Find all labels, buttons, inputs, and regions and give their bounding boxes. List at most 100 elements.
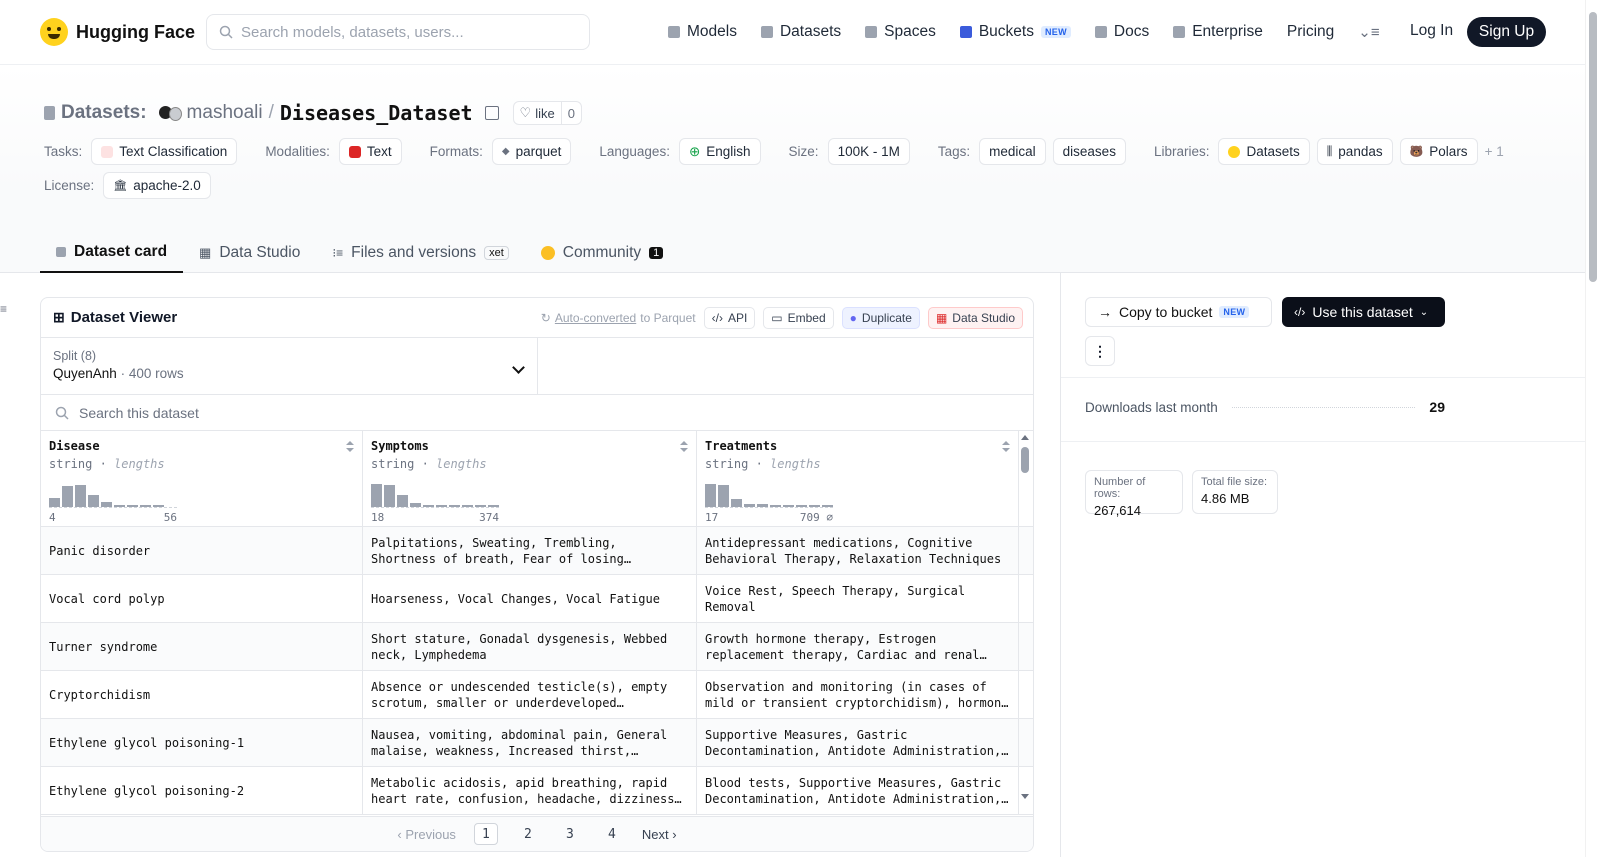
table-cell[interactable]: Supportive Measures, Gastric Decontamina… bbox=[697, 719, 1019, 766]
column-header[interactable]: Treatments string · lengths 17 709 ⌀ bbox=[697, 431, 1019, 526]
table-scrollbar[interactable] bbox=[1017, 431, 1033, 803]
more-libraries[interactable]: + 1 bbox=[1485, 144, 1504, 159]
owner-link[interactable]: mashoali bbox=[187, 102, 263, 124]
tab-dataset-card[interactable]: Dataset card bbox=[40, 232, 184, 273]
histogram-bar[interactable] bbox=[75, 485, 86, 507]
global-search-input[interactable]: Search models, datasets, users... bbox=[206, 14, 590, 50]
dataset-search-input[interactable]: Search this dataset bbox=[41, 395, 1033, 431]
nav-pricing[interactable]: Pricing bbox=[1287, 23, 1334, 41]
table-cell[interactable]: Antidepressant medications, Cognitive Be… bbox=[697, 527, 1019, 574]
nav-docs[interactable]: Docs bbox=[1094, 23, 1149, 41]
tag-chip-medical[interactable]: medical bbox=[979, 138, 1046, 165]
like-button[interactable]: ♡ like 0 bbox=[512, 101, 582, 125]
table-cell[interactable]: Observation and monitoring (in cases of … bbox=[697, 671, 1019, 718]
split-select[interactable]: Split (8) QuyenAnh · 400 rows bbox=[41, 338, 538, 394]
section-label[interactable]: Datasets: bbox=[61, 102, 147, 124]
size-chip[interactable]: 100K - 1M bbox=[827, 138, 910, 165]
sort-icon[interactable] bbox=[346, 441, 354, 453]
page-scrollbar[interactable] bbox=[1585, 0, 1600, 857]
page-2-button[interactable]: 2 bbox=[516, 823, 540, 845]
use-dataset-button[interactable]: ‹/› Use this dataset ⌄ bbox=[1282, 297, 1445, 327]
column-header[interactable]: Disease string · lengths 4 56 bbox=[41, 431, 363, 526]
table-cell[interactable]: Hoarseness, Vocal Changes, Vocal Fatigue bbox=[363, 575, 697, 622]
nav-buckets[interactable]: Buckets NEW bbox=[959, 23, 1071, 41]
sort-icon[interactable] bbox=[680, 441, 688, 453]
pandas-icon: ⫼ bbox=[1326, 144, 1333, 158]
table-cell[interactable]: Ethylene glycol poisoning-1 bbox=[41, 719, 363, 766]
previous-page-button[interactable]: ‹ Previous bbox=[397, 827, 456, 842]
tab-files-versions[interactable]: ⁝≡ Files and versions xet bbox=[316, 232, 524, 273]
table-cell[interactable]: Growth hormone therapy, Estrogen replace… bbox=[697, 623, 1019, 670]
refresh-icon: ↻ bbox=[540, 311, 551, 325]
format-chip[interactable]: ◆ parquet bbox=[491, 138, 572, 165]
modality-chip[interactable]: Text bbox=[338, 138, 402, 165]
table-cell[interactable]: Palpitations, Sweating, Trembling, Short… bbox=[363, 527, 697, 574]
table-cell[interactable]: Short stature, Gonadal dysgenesis, Webbe… bbox=[363, 623, 697, 670]
tab-community[interactable]: Community 1 bbox=[525, 232, 680, 273]
table-cell[interactable]: Vocal cord polyp bbox=[41, 575, 363, 622]
sort-icon[interactable] bbox=[1002, 441, 1010, 453]
task-chip[interactable]: Text Classification bbox=[91, 138, 238, 165]
nav-spaces[interactable]: Spaces bbox=[865, 23, 936, 41]
tab-dataset-card-label: Dataset card bbox=[74, 242, 168, 260]
api-button[interactable]: ‹/› API bbox=[703, 307, 756, 329]
scroll-down-icon[interactable] bbox=[1021, 794, 1029, 799]
library-chip-polars[interactable]: 🐻 Polars bbox=[1399, 138, 1478, 165]
histogram-bar[interactable] bbox=[384, 485, 395, 507]
table-row[interactable]: Ethylene glycol poisoning-2 Metabolic aci… bbox=[41, 767, 1033, 815]
histogram-bar[interactable] bbox=[371, 484, 382, 507]
library-chip-pandas[interactable]: ⫼ pandas bbox=[1316, 138, 1393, 165]
page-4-button[interactable]: 4 bbox=[600, 823, 624, 845]
next-page-button[interactable]: Next › bbox=[642, 827, 677, 842]
page-1-button[interactable]: 1 bbox=[473, 823, 498, 845]
table-cell[interactable]: Nausea, vomiting, abdominal pain, Genera… bbox=[363, 719, 697, 766]
license-chip[interactable]: 🏛 apache-2.0 bbox=[103, 172, 211, 199]
signup-button[interactable]: Sign Up bbox=[1467, 17, 1546, 47]
nav-more-menu[interactable]: ⌄≡ bbox=[1358, 23, 1379, 41]
histogram-bar[interactable] bbox=[397, 495, 408, 507]
library-chip-datasets[interactable]: Datasets bbox=[1218, 138, 1310, 165]
language-chip[interactable]: ⊕ English bbox=[678, 138, 761, 165]
embed-button[interactable]: ▭ Embed bbox=[763, 307, 834, 329]
data-studio-button[interactable]: ▦ Data Studio bbox=[927, 307, 1023, 329]
histogram-bar[interactable] bbox=[62, 486, 73, 507]
table-cell[interactable]: Turner syndrome bbox=[41, 623, 363, 670]
table-cell[interactable]: Ethylene glycol poisoning-2 bbox=[41, 767, 363, 814]
table-row[interactable]: Ethylene glycol poisoning-1 Nausea, vomit… bbox=[41, 719, 1033, 767]
tag-chip-diseases[interactable]: diseases bbox=[1052, 138, 1126, 165]
nav-models[interactable]: Models bbox=[668, 23, 737, 41]
column-header[interactable]: Symptoms string · lengths 18 374 bbox=[363, 431, 697, 526]
histogram-bar[interactable] bbox=[731, 499, 742, 507]
histogram-bar[interactable] bbox=[88, 495, 99, 507]
page-scroll-thumb[interactable] bbox=[1589, 12, 1597, 282]
scroll-up-icon[interactable] bbox=[1021, 435, 1029, 440]
table-row[interactable]: Turner syndrome Short stature, Gonadal dy… bbox=[41, 623, 1033, 671]
table-row[interactable]: Panic disorder Palpitations, Sweating, Tr… bbox=[41, 527, 1033, 575]
table-cell[interactable]: Cryptorchidism bbox=[41, 671, 363, 718]
table-cell[interactable]: Panic disorder bbox=[41, 527, 363, 574]
sidebar-toggle-icon[interactable]: ≡ bbox=[0, 302, 10, 316]
more-options-button[interactable]: ⋮ bbox=[1085, 336, 1115, 366]
nav-datasets[interactable]: Datasets bbox=[760, 23, 841, 41]
table-cell[interactable]: Metabolic acidosis, apid breathing, rapi… bbox=[363, 767, 697, 814]
scroll-thumb[interactable] bbox=[1021, 447, 1029, 473]
table-cell[interactable]: Absence or undescended testicle(s), empt… bbox=[363, 671, 697, 718]
histogram-bar[interactable] bbox=[718, 485, 729, 507]
histogram-bar[interactable] bbox=[705, 484, 716, 507]
login-link[interactable]: Log In bbox=[1410, 22, 1453, 40]
copy-icon[interactable] bbox=[484, 106, 499, 120]
table-cell[interactable]: Voice Rest, Speech Therapy, Surgical Rem… bbox=[697, 575, 1019, 622]
nav-pricing-label: Pricing bbox=[1286, 23, 1335, 40]
table-row[interactable]: Vocal cord polyp Hoarseness, Vocal Change… bbox=[41, 575, 1033, 623]
copy-to-bucket-button[interactable]: → Copy to bucket NEW bbox=[1085, 297, 1272, 327]
table-row[interactable]: Cryptorchidism Absence or undescended tes… bbox=[41, 671, 1033, 719]
auto-converted-link[interactable]: Auto-converted bbox=[555, 311, 636, 325]
page-3-button[interactable]: 3 bbox=[558, 823, 582, 845]
brand-logo[interactable]: Hugging Face bbox=[40, 18, 195, 46]
histogram-min: 18 bbox=[371, 511, 385, 524]
histogram-bar[interactable] bbox=[49, 498, 60, 507]
duplicate-button[interactable]: ● Duplicate bbox=[841, 307, 920, 329]
nav-enterprise[interactable]: Enterprise bbox=[1173, 23, 1263, 41]
tab-data-studio[interactable]: ▦ Data Studio bbox=[183, 232, 316, 273]
table-cell[interactable]: Blood tests, Supportive Measures, Gastri… bbox=[697, 767, 1019, 814]
